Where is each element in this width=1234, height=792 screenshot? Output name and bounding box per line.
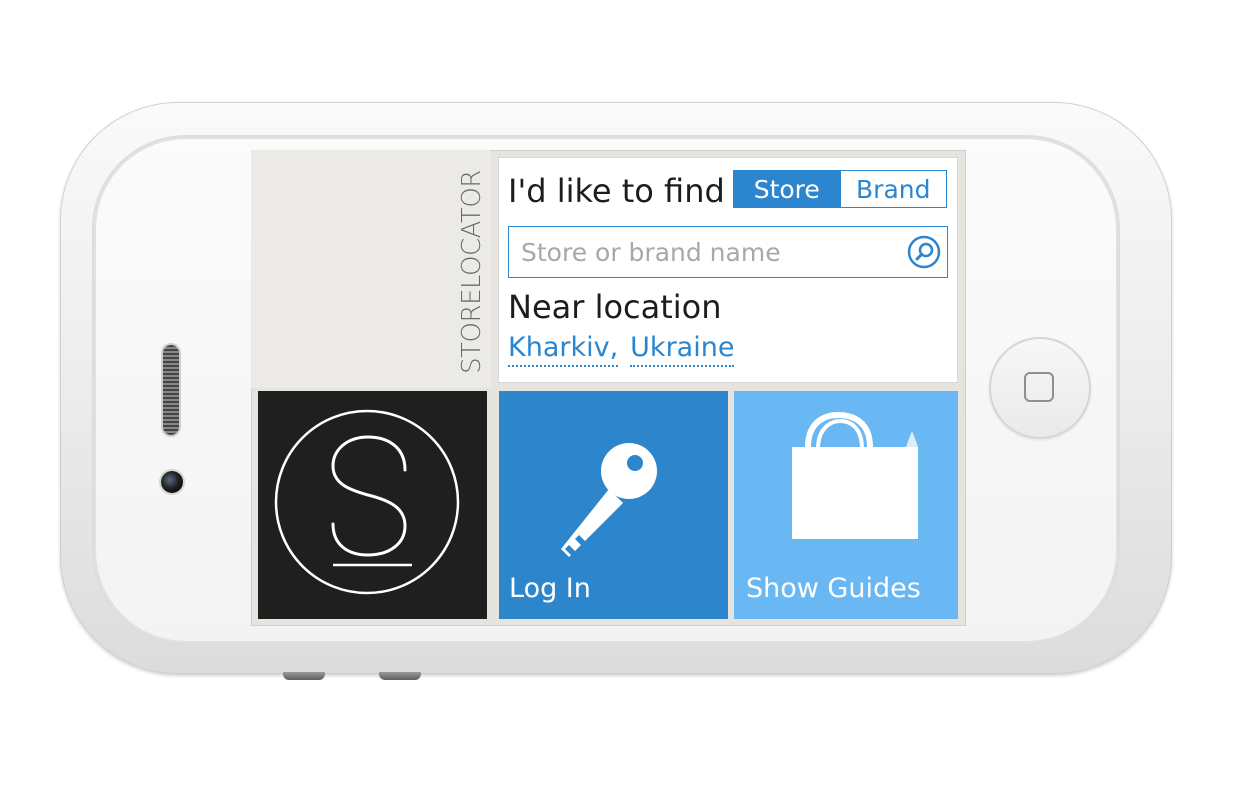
logo-tile — [258, 391, 487, 619]
volume-button — [283, 672, 325, 680]
search-input[interactable] — [521, 233, 891, 271]
home-square-icon — [1024, 372, 1054, 402]
guides-label: Show Guides — [746, 573, 921, 604]
volume-button — [379, 672, 421, 680]
near-location-label: Near location — [508, 288, 722, 326]
brand-vertical-title: STORELOCATOR — [454, 158, 490, 386]
front-camera — [161, 471, 183, 493]
find-type-toggle: Store Brand — [733, 170, 947, 208]
find-panel: I'd like to find Store Brand Near locati… — [499, 158, 957, 382]
toggle-store[interactable]: Store — [734, 171, 840, 207]
location-selector: Kharkiv, Ukraine — [508, 332, 735, 368]
brand-strip: STORELOCATOR — [251, 150, 491, 388]
login-label: Log In — [509, 573, 591, 604]
toggle-brand[interactable]: Brand — [839, 171, 946, 207]
find-label: I'd like to find — [508, 172, 725, 210]
app-screen: STORELOCATOR I'd like to find Store Bran… — [251, 150, 966, 626]
guides-tile[interactable]: Show Guides — [734, 391, 958, 619]
store-logo-icon — [274, 409, 460, 595]
brand-vertical-text: STORELOCATOR — [457, 170, 487, 374]
speaker-grille — [163, 345, 179, 435]
location-country-link[interactable]: Ukraine — [630, 332, 735, 368]
home-button[interactable] — [989, 337, 1091, 439]
location-city-link[interactable]: Kharkiv, — [508, 332, 619, 368]
search-icon[interactable] — [907, 235, 941, 269]
login-tile[interactable]: Log In — [499, 391, 728, 619]
search-box — [508, 226, 948, 278]
device-mockup: STORELOCATOR I'd like to find Store Bran… — [0, 0, 1234, 792]
